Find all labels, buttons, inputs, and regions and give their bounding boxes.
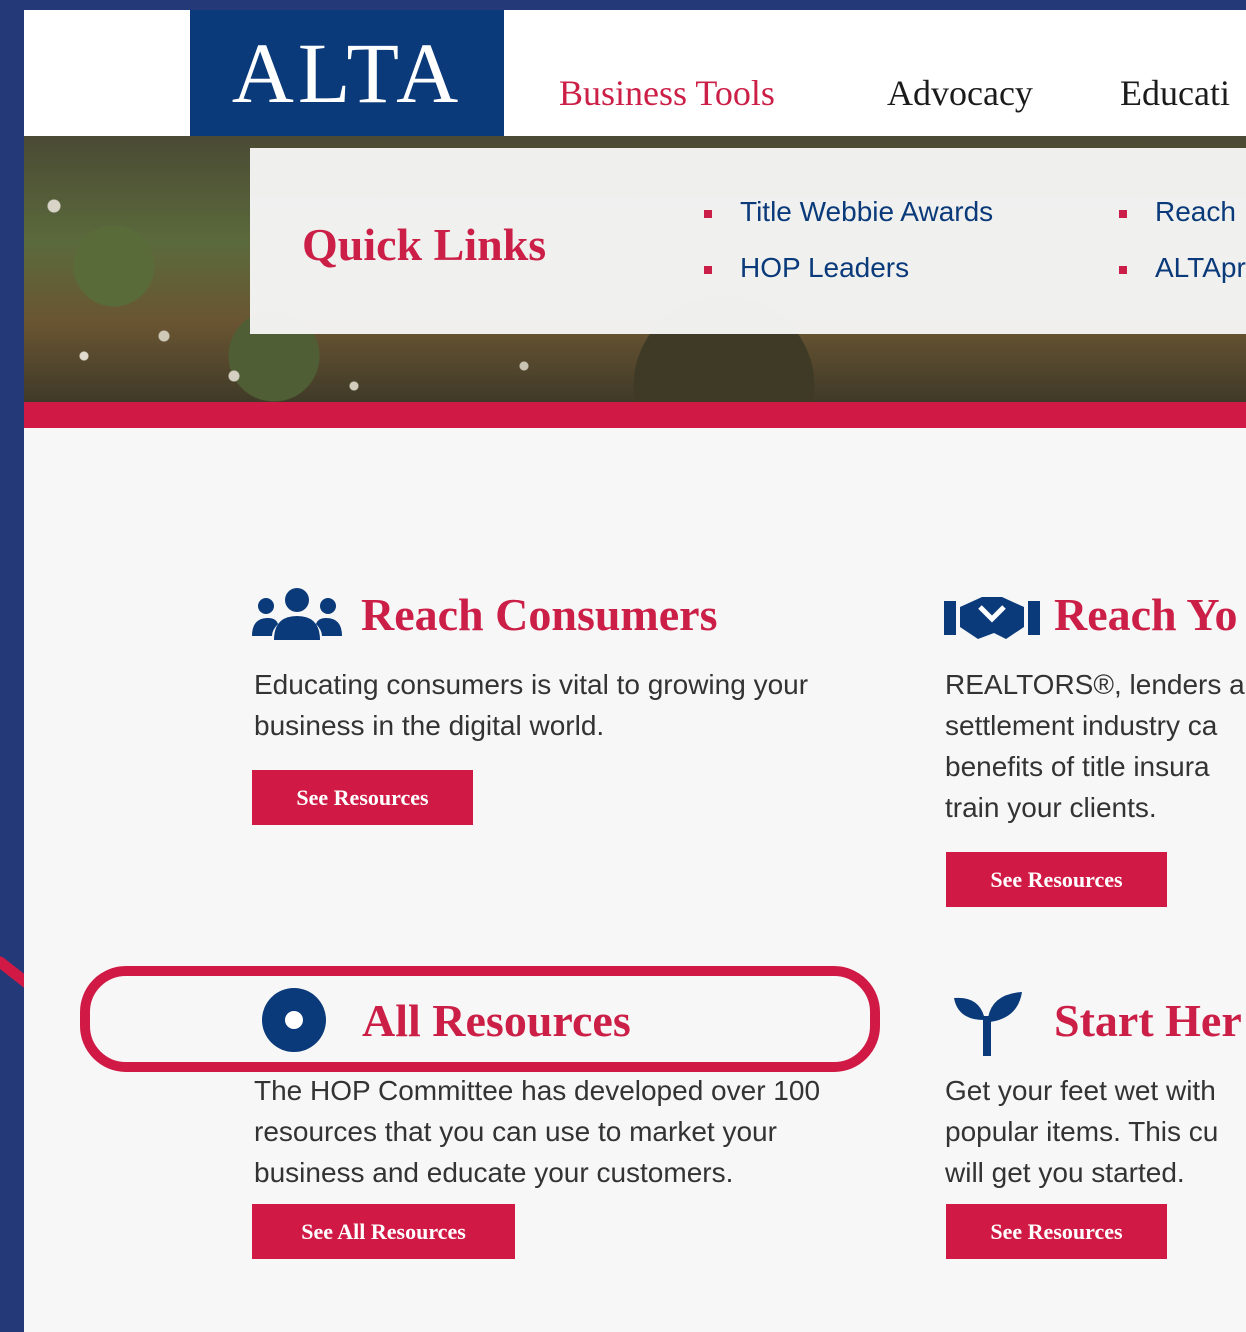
start-here-text: Get your feet wet with popular items. Th… (945, 1075, 1219, 1188)
reach-consumers-text: Educating consumers is vital to growing … (254, 669, 809, 741)
quick-link-title-webbie-awards[interactable]: Title Webbie Awards (703, 196, 993, 228)
nav-advocacy[interactable]: Advocacy (887, 72, 1033, 114)
users-icon (252, 588, 342, 640)
hero-accent-bar (24, 402, 1246, 428)
reach-consumers-button[interactable]: See Resources (252, 770, 473, 825)
page-frame: ALTA Business Tools Advocacy Educati Qui… (24, 10, 1246, 1332)
reach-consumers-title[interactable]: Reach Consumers (361, 588, 717, 641)
site-header: ALTA Business Tools Advocacy Educati (24, 10, 1246, 136)
quick-link-altapr[interactable]: ALTApr (1119, 252, 1246, 284)
quick-links-panel: Quick Links Title Webbie Awards HOP Lead… (250, 148, 1246, 334)
sprout-icon (954, 992, 1022, 1056)
see-all-resources-button[interactable]: See All Resources (252, 1204, 515, 1259)
reach-your-button[interactable]: See Resources (946, 852, 1167, 907)
highlight-outline (80, 966, 880, 1072)
quick-links-title: Quick Links (302, 219, 547, 270)
start-here-button[interactable]: See Resources (946, 1204, 1167, 1259)
start-here-title[interactable]: Start Her (1054, 994, 1242, 1047)
quick-link-hop-leaders[interactable]: HOP Leaders (703, 252, 909, 284)
handshake-icon (944, 597, 1040, 639)
nav-education[interactable]: Educati (1120, 72, 1230, 114)
reach-your-title[interactable]: Reach Yo (1054, 588, 1238, 641)
nav-business-tools[interactable]: Business Tools (559, 72, 775, 114)
quick-link-reach[interactable]: Reach (1119, 196, 1236, 228)
reach-your-text: REALTORS®, lenders a settlement industry… (945, 669, 1245, 823)
alta-logo[interactable]: ALTA (190, 10, 504, 136)
all-resources-text: The HOP Committee has developed over 100… (254, 1075, 821, 1188)
